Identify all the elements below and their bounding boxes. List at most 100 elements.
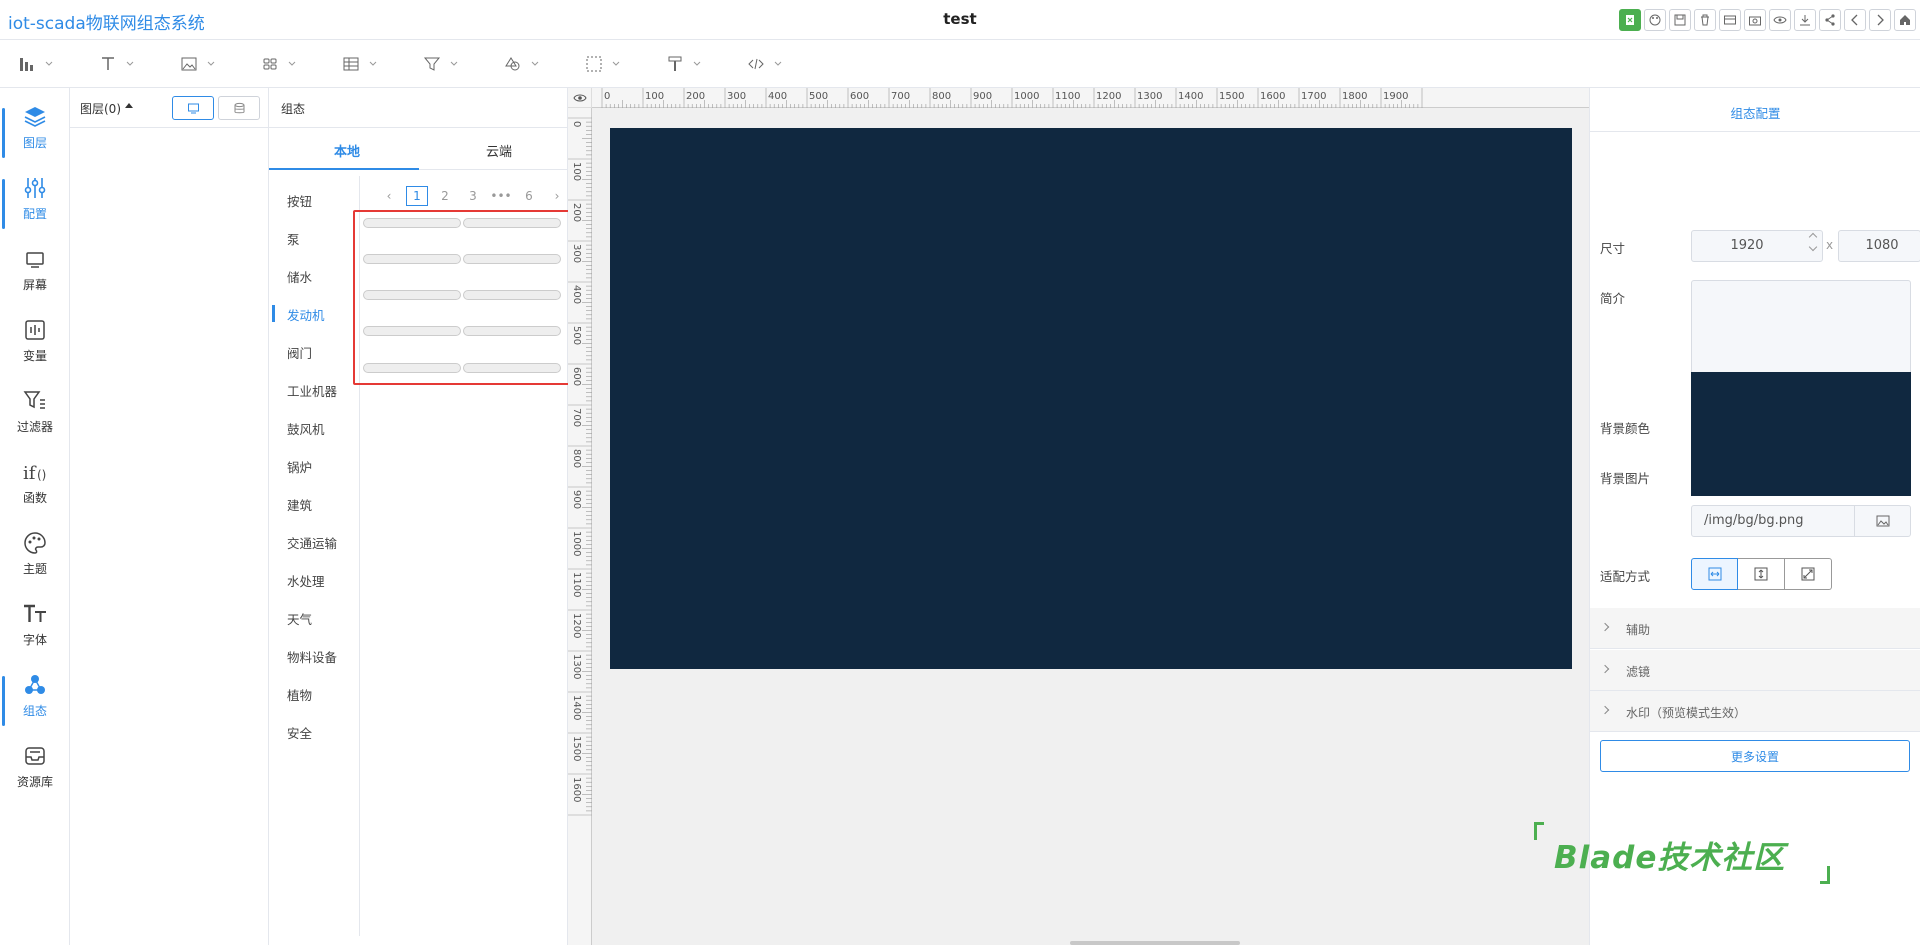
nav-item-function[interactable]: if() 函数 bbox=[0, 449, 70, 515]
component-placeholder[interactable] bbox=[463, 290, 561, 300]
bg-image-path-input[interactable]: /img/bg/bg.png bbox=[1691, 505, 1911, 537]
app-title: iot-scada物联网组态系统 bbox=[8, 14, 205, 34]
category-item[interactable]: 安全 bbox=[287, 723, 312, 742]
category-item[interactable]: 按钮 bbox=[287, 191, 312, 210]
category-item[interactable]: 交通运输 bbox=[287, 533, 337, 552]
share-icon[interactable] bbox=[1819, 9, 1841, 31]
page-item[interactable]: 1 bbox=[406, 186, 428, 206]
section-watermark[interactable]: 水印（预览模式生效） bbox=[1590, 691, 1920, 732]
card-icon[interactable] bbox=[1719, 9, 1741, 31]
bg-image-preview[interactable] bbox=[1691, 372, 1911, 496]
page-ellipsis[interactable]: ••• bbox=[487, 189, 515, 203]
height-input[interactable]: 1080 bbox=[1838, 230, 1920, 262]
nav-item-theme[interactable]: 主题 bbox=[0, 520, 70, 586]
tab-local[interactable]: 本地 bbox=[334, 141, 360, 160]
fit-width-button[interactable] bbox=[1691, 558, 1738, 590]
layers-title[interactable]: 图层(0) bbox=[80, 100, 121, 117]
component-placeholder[interactable] bbox=[363, 218, 461, 228]
category-item[interactable]: 阀门 bbox=[287, 343, 312, 362]
camera-icon[interactable] bbox=[1744, 9, 1766, 31]
back-icon[interactable] bbox=[1844, 9, 1866, 31]
component-placeholder[interactable] bbox=[463, 363, 561, 373]
vertical-ruler[interactable]: 0 100 200 300 400 500 600 700 800 900 1000 1100 1200… bbox=[568, 108, 592, 945]
grid-tool[interactable] bbox=[261, 49, 342, 79]
ruler-label: 800 bbox=[571, 449, 582, 468]
palette-icon[interactable] bbox=[1644, 9, 1666, 31]
ruler-visibility-toggle[interactable] bbox=[568, 88, 592, 108]
category-item[interactable]: 物料设备 bbox=[287, 647, 337, 666]
nav-label: 过滤器 bbox=[16, 419, 53, 434]
next-page-icon[interactable]: › bbox=[543, 189, 571, 203]
fit-height-button[interactable] bbox=[1738, 558, 1785, 590]
image-tool[interactable] bbox=[180, 49, 261, 79]
category-item[interactable]: 发动机 bbox=[287, 305, 325, 324]
nav-item-filter[interactable]: 过滤器 bbox=[0, 378, 70, 444]
prev-page-icon[interactable]: ‹ bbox=[375, 189, 403, 203]
filter-icon bbox=[423, 57, 441, 71]
nav-item-layers[interactable]: 图层 bbox=[0, 94, 70, 160]
download-icon[interactable] bbox=[1794, 9, 1816, 31]
category-item[interactable]: 鼓风机 bbox=[287, 419, 325, 438]
code-tool[interactable] bbox=[747, 49, 828, 79]
home-icon[interactable] bbox=[1894, 9, 1916, 31]
fit-mode-group bbox=[1691, 558, 1832, 590]
section-filter[interactable]: 滤镜 bbox=[1590, 650, 1920, 691]
nav-item-config[interactable]: 配置 bbox=[0, 165, 70, 231]
caret-up-icon[interactable] bbox=[125, 103, 133, 108]
more-settings-button[interactable]: 更多设置 bbox=[1600, 740, 1910, 772]
category-item[interactable]: 水处理 bbox=[287, 571, 325, 590]
category-item[interactable]: 泵 bbox=[287, 229, 300, 248]
delete-icon[interactable] bbox=[1694, 9, 1716, 31]
category-item[interactable]: 锅炉 bbox=[287, 457, 312, 476]
category-item[interactable]: 天气 bbox=[287, 609, 312, 628]
forward-icon[interactable] bbox=[1869, 9, 1891, 31]
category-item[interactable]: 工业机器 bbox=[287, 381, 337, 400]
bg-color-label: 背景颜色 bbox=[1600, 421, 1651, 436]
horizontal-scrollbar[interactable] bbox=[1070, 941, 1240, 945]
component-placeholder[interactable] bbox=[363, 290, 461, 300]
component-placeholder[interactable] bbox=[463, 254, 561, 264]
category-item[interactable]: 建筑 bbox=[287, 495, 312, 514]
page-item[interactable]: 6 bbox=[515, 189, 543, 203]
section-assist[interactable]: 辅助 bbox=[1590, 608, 1920, 649]
components-tabs: 本地 云端 bbox=[269, 128, 568, 170]
nav-item-components[interactable]: 组态 bbox=[0, 662, 70, 728]
nav-item-screen[interactable]: 屏幕 bbox=[0, 236, 70, 302]
select-tool[interactable] bbox=[585, 49, 666, 79]
shape-tool[interactable] bbox=[504, 49, 585, 79]
fit-width-icon bbox=[1708, 567, 1721, 581]
nav-item-font[interactable]: 字体 bbox=[0, 591, 70, 657]
table-tool[interactable] bbox=[342, 49, 423, 79]
nav-item-variable[interactable]: 变量 bbox=[0, 307, 70, 373]
database-icon bbox=[234, 102, 244, 113]
save-icon[interactable] bbox=[1669, 9, 1691, 31]
ruler-label: 1100 bbox=[571, 572, 582, 597]
component-placeholder[interactable] bbox=[363, 254, 461, 264]
chart-tool[interactable] bbox=[18, 49, 99, 79]
component-placeholder[interactable] bbox=[463, 326, 561, 336]
preview-icon[interactable] bbox=[1769, 9, 1791, 31]
component-placeholder[interactable] bbox=[363, 363, 461, 373]
fit-stretch-button[interactable] bbox=[1785, 558, 1832, 590]
screen-mode-button[interactable] bbox=[172, 96, 214, 120]
layers-header: 图层(0) bbox=[70, 88, 269, 128]
design-canvas[interactable] bbox=[610, 128, 1572, 669]
format-painter-tool[interactable] bbox=[666, 49, 747, 79]
excel-icon[interactable] bbox=[1619, 9, 1641, 31]
database-mode-button[interactable] bbox=[218, 96, 260, 120]
page-item[interactable]: 2 bbox=[431, 189, 459, 203]
horizontal-ruler[interactable]: 0 100 200 300 400 500 600 700 800 900 1000 1100 1200… bbox=[592, 88, 1589, 108]
filter-tool[interactable] bbox=[423, 49, 504, 79]
width-input[interactable]: 1920 bbox=[1691, 230, 1823, 262]
component-placeholder[interactable] bbox=[463, 218, 561, 228]
category-item[interactable]: 储水 bbox=[287, 267, 312, 286]
component-placeholder[interactable] bbox=[363, 326, 461, 336]
nav-label: 组态 bbox=[22, 703, 47, 718]
upload-image-button[interactable] bbox=[1854, 506, 1910, 536]
page-item[interactable]: 3 bbox=[459, 189, 487, 203]
category-item[interactable]: 植物 bbox=[287, 685, 312, 704]
text-tool[interactable] bbox=[99, 49, 180, 79]
tab-cloud[interactable]: 云端 bbox=[486, 141, 512, 160]
width-stepper[interactable] bbox=[1808, 232, 1818, 252]
nav-item-resources[interactable]: 资源库 bbox=[0, 733, 70, 799]
